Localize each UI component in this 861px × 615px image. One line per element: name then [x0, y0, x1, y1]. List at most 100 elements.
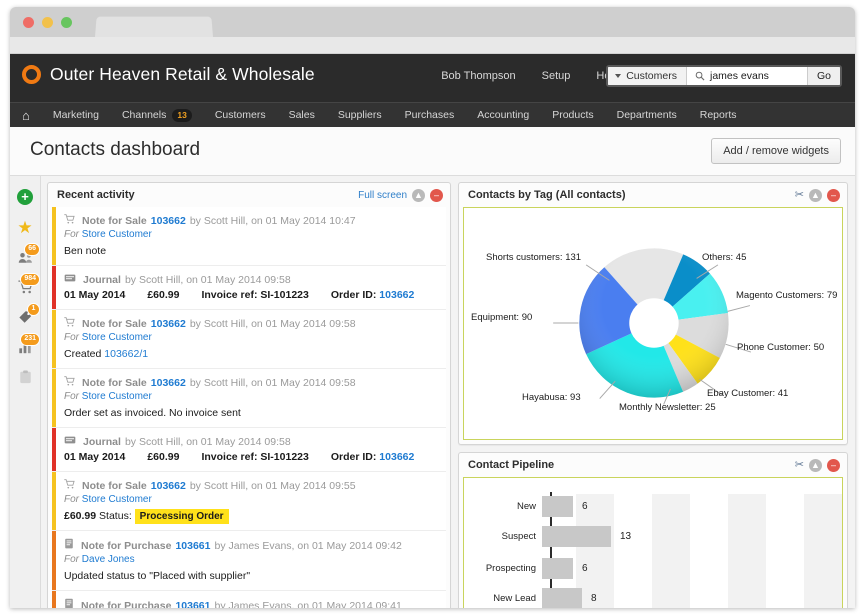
for-link[interactable]: Store Customer: [82, 494, 152, 505]
activity-kind: Note for Sale: [82, 215, 147, 227]
collapse-icon[interactable]: ▲: [809, 188, 822, 202]
rail-item-favourites[interactable]: ★: [10, 212, 40, 242]
widget-tools: Full screen ▲ –: [358, 188, 443, 202]
list-item[interactable]: Note for Sale 103662 by Scott Hill, on 0…: [52, 310, 446, 369]
list-item[interactable]: Note for Sale 103662 by Scott Hill, on 0…: [52, 207, 446, 266]
widget-title: Contact Pipeline: [468, 459, 555, 471]
contact-pipeline-widget: Contact Pipeline ✂ ▲ – New 6 Suspect 13 …: [458, 452, 848, 608]
for-prefix: For: [64, 391, 79, 402]
search-scope-dropdown[interactable]: Customers: [608, 67, 687, 85]
activity-ref[interactable]: 103661: [175, 540, 210, 552]
nav-item-marketing[interactable]: Marketing: [53, 109, 99, 121]
activity-ref[interactable]: 103662: [151, 215, 186, 227]
for-link[interactable]: Store Customer: [82, 332, 152, 343]
bar-row-new-lead[interactable]: New Lead 8: [464, 588, 597, 608]
wrench-icon[interactable]: ✂: [795, 189, 804, 201]
nav-item-sales[interactable]: Sales: [289, 109, 315, 121]
activity-meta: by Scott Hill, on 01 May 2014 09:58: [124, 274, 291, 286]
list-item[interactable]: Journal by Scott Hill, on 01 May 2014 09…: [52, 266, 446, 310]
activity-body-text: Updated status to "Placed with supplier": [64, 570, 251, 582]
bar-row-suspect[interactable]: Suspect 13: [464, 526, 631, 547]
maximize-window-button[interactable]: [61, 17, 72, 28]
list-item[interactable]: Note for Purchase 103661 by James Evans,…: [52, 531, 446, 591]
rail-item-reports[interactable]: 231: [10, 332, 40, 362]
add-remove-widgets-button[interactable]: Add / remove widgets: [711, 138, 841, 164]
bar-chart[interactable]: New 6 Suspect 13 Prospecting 6 New Lead …: [464, 478, 842, 608]
list-item[interactable]: Note for Sale 103662 by Scott Hill, on 0…: [52, 472, 446, 531]
rail-item-tags[interactable]: 1: [10, 302, 40, 332]
bar-row-new[interactable]: New 6: [464, 496, 588, 517]
rail-item-orders[interactable]: 984: [10, 272, 40, 302]
activity-amount: £60.99: [64, 510, 97, 522]
journal-icon: [64, 274, 76, 282]
activity-ref[interactable]: 103661: [175, 600, 210, 608]
search-input[interactable]: james evans: [686, 67, 807, 85]
for-link[interactable]: Store Customer: [82, 229, 152, 240]
header-links: Bob Thompson Setup Help: [441, 70, 619, 82]
activity-body-text: Order set as invoiced. No invoice sent: [64, 407, 241, 419]
activity-meta: by James Evans, on 01 May 2014 09:42: [214, 540, 402, 552]
widget-panes: Recent activity Full screen ▲ – Note for…: [41, 176, 855, 608]
activity-ref[interactable]: 103662: [151, 318, 186, 330]
nav-item-products[interactable]: Products: [552, 109, 593, 121]
browser-tab[interactable]: [95, 16, 213, 37]
setup-link[interactable]: Setup: [542, 70, 571, 82]
rail-item-clipboard[interactable]: [10, 362, 40, 392]
activity-kind: Note for Purchase: [81, 600, 172, 608]
activity-ref[interactable]: 103662: [151, 377, 186, 389]
list-item[interactable]: Journal by Scott Hill, on 01 May 2014 09…: [52, 428, 446, 472]
activity-body-link[interactable]: 103662/1: [104, 348, 148, 360]
nav-item-channels[interactable]: Channels 13: [122, 108, 192, 122]
pie-label-others: Others: 45: [702, 252, 747, 263]
nav-item-home[interactable]: ⌂: [22, 109, 30, 122]
collapse-icon[interactable]: ▲: [809, 458, 822, 472]
pie-chart[interactable]: Shorts customers: 131 Others: 45 Magento…: [464, 208, 842, 439]
rail-item-add[interactable]: +: [10, 182, 40, 212]
bar-row-prospecting[interactable]: Prospecting 6: [464, 558, 588, 579]
activity-body-text: Created: [64, 348, 102, 360]
order-id[interactable]: 103662: [379, 451, 414, 463]
close-icon[interactable]: –: [430, 188, 443, 202]
activity-meta: by Scott Hill, on 01 May 2014 09:55: [189, 480, 356, 492]
user-menu[interactable]: Bob Thompson: [441, 70, 515, 82]
journal-date: 01 May 2014: [64, 289, 126, 301]
close-window-button[interactable]: [23, 17, 34, 28]
minimize-window-button[interactable]: [42, 17, 53, 28]
widget-header: Contacts by Tag (All contacts) ✂ ▲ –: [459, 183, 847, 207]
nav-item-customers[interactable]: Customers: [215, 109, 266, 121]
nav-item-accounting[interactable]: Accounting: [477, 109, 529, 121]
recent-activity-widget: Recent activity Full screen ▲ – Note for…: [47, 182, 451, 608]
plus-circle-icon: +: [17, 189, 33, 205]
nav-item-purchases[interactable]: Purchases: [405, 109, 455, 121]
nav-item-departments[interactable]: Departments: [617, 109, 677, 121]
pie-chart-body: Shorts customers: 131 Others: 45 Magento…: [463, 207, 843, 440]
brand[interactable]: Outer Heaven Retail & Wholesale: [22, 64, 315, 85]
rail-item-contacts[interactable]: 66: [10, 242, 40, 272]
for-prefix: For: [64, 332, 79, 343]
rail-badge-contacts: 66: [24, 243, 40, 256]
widget-tools: ✂ ▲ –: [795, 458, 840, 472]
for-prefix: For: [64, 554, 79, 565]
fullscreen-link[interactable]: Full screen: [358, 190, 407, 201]
search-go-button[interactable]: Go: [806, 67, 840, 85]
list-item[interactable]: Note for Sale 103662 by Scott Hill, on 0…: [52, 369, 446, 428]
invoice-label: Invoice ref:: [201, 451, 258, 463]
nav-label: Departments: [616, 109, 677, 121]
nav-item-suppliers[interactable]: Suppliers: [338, 109, 382, 121]
activity-list[interactable]: Note for Sale 103662 by Scott Hill, on 0…: [52, 207, 446, 608]
bar-rect: [542, 496, 573, 517]
for-link[interactable]: Store Customer: [82, 391, 152, 402]
bar-rect: [542, 526, 611, 547]
nav-item-reports[interactable]: Reports: [700, 109, 737, 121]
close-icon[interactable]: –: [827, 458, 840, 472]
collapse-icon[interactable]: ▲: [412, 188, 425, 202]
activity-ref[interactable]: 103662: [151, 480, 186, 492]
order-id[interactable]: 103662: [379, 289, 414, 301]
wrench-icon[interactable]: ✂: [795, 459, 804, 471]
list-item[interactable]: Note for Purchase 103661 by James Evans,…: [52, 591, 446, 608]
pie-label-ebay: Ebay Customer: 41: [707, 388, 789, 399]
magnifier-icon: [695, 71, 705, 81]
for-link[interactable]: Dave Jones: [82, 554, 135, 565]
close-icon[interactable]: –: [827, 188, 840, 202]
pie-label-phone: Phone Customer: 50: [737, 342, 825, 353]
